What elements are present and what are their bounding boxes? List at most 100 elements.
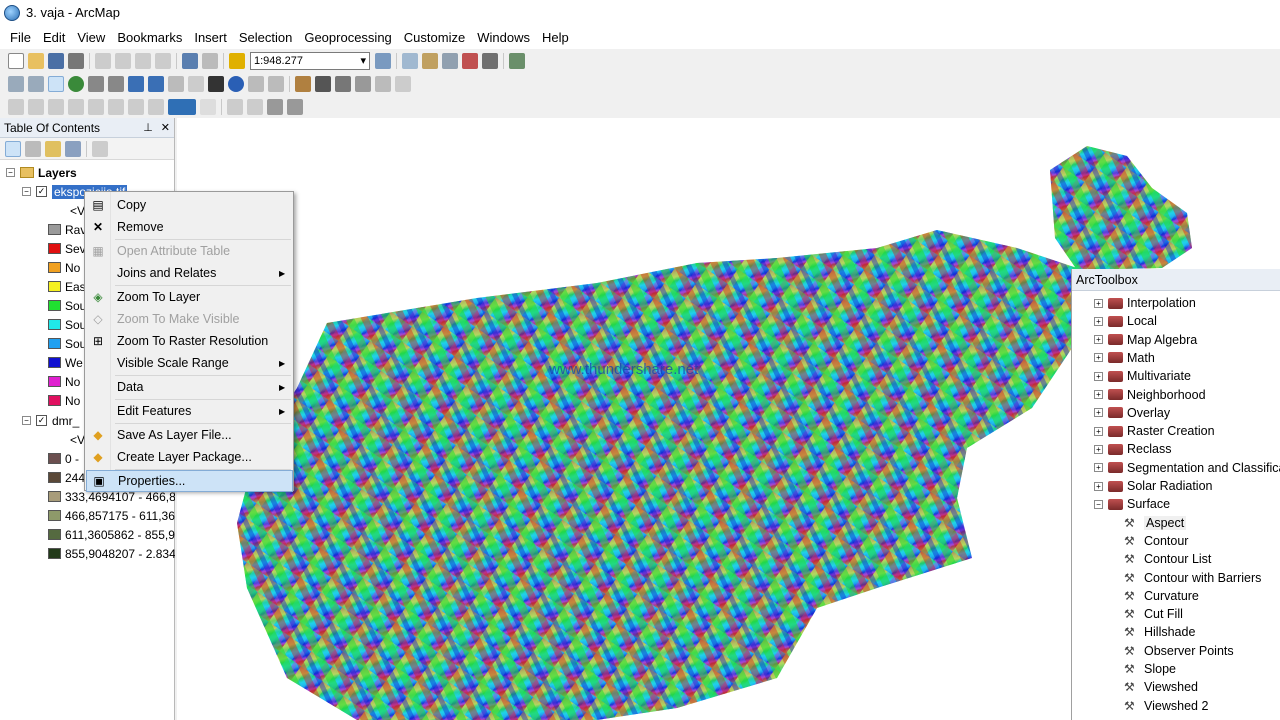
collapse-icon[interactable]: − [6,168,15,177]
expand-icon[interactable]: + [1094,335,1103,345]
toolset-item[interactable]: + Neighborhood [1094,386,1206,404]
tool-item[interactable]: ⚒ Cut Fill [1124,605,1183,623]
forward-extent-icon[interactable] [148,75,164,92]
copy-icon[interactable] [115,52,131,69]
time-slider-icon[interactable] [375,75,391,92]
back-extent-icon[interactable] [128,75,144,92]
toolset-item[interactable]: + Math [1094,349,1155,367]
map-scale-combo[interactable]: 1:948.277 ▾ [250,51,370,70]
editor-toolbar-icon[interactable] [375,52,391,69]
tool-item[interactable]: ⚒ Contour [1124,532,1188,550]
layer-name[interactable]: dmr_ [52,414,79,428]
menu-item-joins-and-relates[interactable]: Joins and Relates ▶ [86,262,293,284]
tool-item[interactable]: ⚒ Curvature [1124,587,1199,605]
menu-selection[interactable]: Selection [233,30,298,45]
print-icon[interactable] [68,52,84,69]
fixed-zoom-in-icon[interactable] [88,75,104,92]
find-route-icon[interactable] [335,75,351,92]
menu-bookmarks[interactable]: Bookmarks [111,30,188,45]
tool-item[interactable]: ⚒ Viewshed 2 [1124,697,1208,715]
layer-visibility-checkbox[interactable]: ✓ [36,415,47,426]
toolset-item[interactable]: + Map Algebra [1094,331,1197,349]
expand-icon[interactable]: + [1094,481,1103,491]
go-to-xy-icon[interactable] [355,75,371,92]
menu-item-data[interactable]: Data ▶ [86,376,293,398]
table-of-contents-icon[interactable] [402,52,418,69]
model-builder-icon[interactable] [509,52,525,69]
menu-edit[interactable]: Edit [37,30,71,45]
menu-item-zoom-to-layer[interactable]: ◈ Zoom To Layer [86,286,293,308]
layout-forward-icon[interactable] [128,98,144,115]
toolset-item[interactable]: + Overlay [1094,404,1170,422]
expand-icon[interactable]: + [1094,463,1103,473]
save-icon[interactable] [48,52,64,69]
menu-item-zoom-to-raster-resolution[interactable]: ⊞ Zoom To Raster Resolution [86,330,293,352]
menu-customize[interactable]: Customize [398,30,471,45]
list-by-selection-icon[interactable] [65,140,81,157]
tool-item[interactable]: ⚒ Hillshade [1124,623,1195,641]
search-window-icon[interactable] [442,52,458,69]
swipe-icon[interactable] [287,98,303,115]
add-data-icon[interactable] [229,52,245,69]
html-popup-icon[interactable] [268,75,284,92]
measure-icon[interactable] [295,75,311,92]
zoom-in-icon[interactable] [8,75,24,92]
menu-item-properties[interactable]: ▣ Properties... [86,470,293,492]
list-by-drawing-order-icon[interactable] [5,140,21,157]
menu-item-copy[interactable]: ▤ Copy [86,194,293,216]
find-icon[interactable] [315,75,331,92]
expand-icon[interactable]: + [1094,408,1103,418]
menu-geoprocessing[interactable]: Geoprocessing [298,30,397,45]
layout-pan-icon[interactable] [48,98,64,115]
list-by-visibility-icon[interactable] [45,140,61,157]
python-window-icon[interactable] [482,52,498,69]
delete-icon[interactable] [155,52,171,69]
menu-insert[interactable]: Insert [188,30,233,45]
draft-mode-icon[interactable] [148,98,164,115]
menu-item-visible-scale-range[interactable]: Visible Scale Range ▶ [86,352,293,374]
tool-item[interactable]: ⚒ Contour with Barriers [1124,569,1261,587]
toolset-item[interactable]: + Segmentation and Classification [1094,459,1280,477]
tool-item[interactable]: ⚒ Contour List [1124,550,1211,568]
hyperlink-icon[interactable] [248,75,264,92]
zoom-100-icon[interactable] [88,98,104,115]
chevron-down-icon[interactable] [200,98,216,115]
effects-icon[interactable] [267,98,283,115]
toolset-item[interactable]: + Solar Radiation [1094,477,1212,495]
toolset-item[interactable]: + Reclass [1094,440,1171,458]
cut-icon[interactable] [95,52,111,69]
menu-item-remove[interactable]: ✕ Remove [86,216,293,238]
zoom-out-icon[interactable] [28,75,44,92]
layers-root[interactable]: − Layers [0,163,175,182]
menu-item-create-layer-package[interactable]: ◆ Create Layer Package... [86,446,293,468]
pan-icon[interactable] [48,75,64,92]
collapse-icon[interactable]: − [22,187,31,196]
menu-view[interactable]: View [71,30,111,45]
paste-icon[interactable] [135,52,151,69]
select-elements-icon[interactable] [208,75,224,92]
layout-zoom-in-icon[interactable] [8,98,24,115]
layer-color-swatch[interactable] [168,98,196,115]
expand-icon[interactable]: + [1094,444,1103,454]
expand-icon[interactable]: + [1094,426,1103,436]
create-viewer-window-icon[interactable] [395,75,411,92]
collapse-icon[interactable]: − [22,416,31,425]
layout-view-icon[interactable] [227,98,243,115]
pin-icon[interactable]: ⊥ [143,121,153,134]
expand-icon[interactable]: + [1094,390,1103,399]
redo-icon[interactable] [202,52,218,69]
tool-item[interactable]: ⚒ Observer Points [1124,642,1234,660]
data-frame-icon[interactable] [247,98,263,115]
identify-icon[interactable] [228,75,244,92]
layer-visibility-checkbox[interactable]: ✓ [36,186,47,197]
tool-item[interactable]: ⚒ Viewshed [1124,678,1198,696]
toolset-surface[interactable]: − Surface [1094,495,1170,513]
undo-icon[interactable] [182,52,198,69]
layout-back-icon[interactable] [108,98,124,115]
open-folder-icon[interactable] [28,52,44,69]
tool-item[interactable]: ⚒ Aspect [1124,514,1187,532]
menu-help[interactable]: Help [536,30,575,45]
close-icon[interactable]: ✕ [161,121,170,134]
fixed-zoom-out-icon[interactable] [108,75,124,92]
collapse-icon[interactable]: − [1094,499,1103,509]
